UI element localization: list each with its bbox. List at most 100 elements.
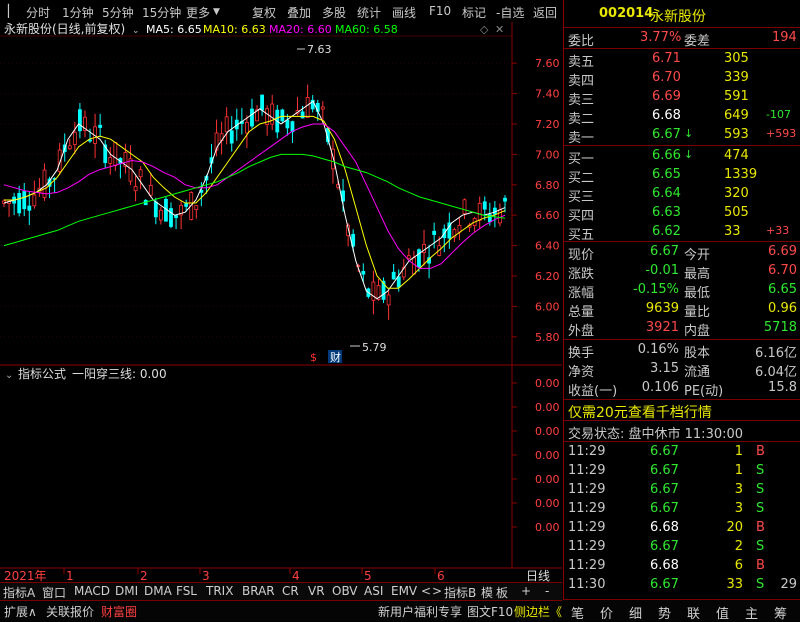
ask-volume: 649 <box>724 108 749 123</box>
kline-chart[interactable]: 7.60 7.40 7.20 7.00 6.80 6.60 6.40 6.20 6.00 5.80… <box>0 22 562 582</box>
tab-chips[interactable]: 筹 <box>774 603 787 622</box>
tab-price[interactable]: 价 <box>600 603 613 622</box>
bid-row[interactable]: 买二 6.65 1339 <box>564 166 800 186</box>
tab-vr[interactable]: VR <box>308 584 325 598</box>
tab-emv[interactable]: EMV <box>391 584 417 598</box>
weibi-label: 委比 <box>568 34 595 49</box>
stat-row: 现价 6.67 今开 6.69 <box>564 243 800 263</box>
candle-body <box>184 203 189 207</box>
candle-body <box>67 145 72 150</box>
tick-time: 11:29 <box>568 558 606 573</box>
bid-row[interactable]: 买五 6.62 33 +33 <box>564 223 800 243</box>
multi-stock-button[interactable]: 多股 <box>322 4 346 21</box>
wealth-circle-tab[interactable]: 财富圈 <box>101 603 137 620</box>
tick-row: 11:30 6.67 33 S 29 <box>564 576 800 595</box>
tab-indicator-a[interactable]: 指标A <box>3 584 35 601</box>
promo-link[interactable]: 仅需20元查看千档行情 <box>568 402 712 422</box>
tab-5min[interactable]: 5分钟 <box>102 4 134 21</box>
chevron-down-icon[interactable]: ⌄ <box>132 26 140 36</box>
stat-value: 5718 <box>763 320 797 335</box>
chevron-down-icon[interactable]: ▼ <box>213 7 220 17</box>
remove-button[interactable]: - <box>545 584 549 598</box>
ask-row[interactable]: 卖三 6.69 591 <box>564 88 800 108</box>
divider <box>564 441 800 442</box>
period-label[interactable]: 日线 <box>526 569 550 582</box>
tick-volume: 6 <box>734 558 743 573</box>
related-quote-tab[interactable]: 关联报价 <box>46 603 94 620</box>
tab-intraday[interactable]: 分时 <box>26 4 50 21</box>
tab-trix[interactable]: TRIX <box>206 584 233 598</box>
close-icon[interactable]: ✕ <box>495 23 504 36</box>
tab-related[interactable]: 联 <box>687 603 700 622</box>
bid-row[interactable]: 买三 6.64 320 <box>564 185 800 205</box>
tab-trend[interactable]: 势 <box>658 603 671 622</box>
candle-body <box>113 142 118 166</box>
price-tick-label: 6.80 <box>535 179 560 192</box>
tab-obv[interactable]: OBV <box>332 584 358 598</box>
tab-dmi[interactable]: DMI <box>115 584 138 598</box>
ask-row[interactable]: 卖四 6.70 339 <box>564 69 800 89</box>
overlay-button[interactable]: 叠加 <box>287 4 311 21</box>
tab-cr[interactable]: CR <box>282 584 299 598</box>
tab-dma[interactable]: DMA <box>144 584 172 598</box>
candle-body <box>22 191 27 210</box>
tab-main[interactable]: 主 <box>745 603 758 622</box>
candle-body <box>391 271 396 280</box>
fundamental-value: 6.04亿 <box>755 365 797 380</box>
mark-button[interactable]: 标记 <box>462 4 486 21</box>
tab-fsl[interactable]: FSL <box>176 584 197 598</box>
tab-macd[interactable]: MACD <box>74 584 110 598</box>
add-button[interactable]: + <box>521 584 531 598</box>
tab-trades[interactable]: 笔 <box>571 603 584 622</box>
statistics-button[interactable]: 统计 <box>357 4 381 21</box>
tab-indicator-b[interactable]: 指标B <box>444 584 476 601</box>
candle-body <box>482 201 487 210</box>
new-user-benefit-link[interactable]: 新用户福利专享 <box>378 603 462 620</box>
expand-button[interactable]: 扩展∧ <box>4 603 37 620</box>
tab-brar[interactable]: BRAR <box>242 584 275 598</box>
tick-volume: 20 <box>726 520 743 535</box>
tab-detail[interactable]: 细 <box>629 603 642 622</box>
tab-template-2[interactable]: 板 <box>496 584 508 601</box>
tab-template-1[interactable]: 模 <box>481 584 493 601</box>
ask-label: 卖一 <box>568 131 595 146</box>
candle-body <box>169 208 173 227</box>
tab-window[interactable]: 窗口 <box>42 584 66 601</box>
ask-row[interactable]: 卖一 6.67 ↓ 593 +593 <box>564 126 800 146</box>
sidebar-toggle[interactable]: 侧边栏《 <box>514 603 562 620</box>
fundamental-value: 0.16% <box>637 342 679 357</box>
back-button[interactable]: 返回 <box>533 4 557 21</box>
remove-watchlist-button[interactable]: -自选 <box>496 4 524 21</box>
tab-next[interactable]: > <box>432 584 442 598</box>
promo-row[interactable]: 仅需20元查看千档行情 <box>564 401 800 422</box>
draw-line-button[interactable]: 画线 <box>392 4 416 21</box>
candle-body <box>290 121 295 133</box>
tab-1min[interactable]: 1分钟 <box>62 4 94 21</box>
ask-label: 卖五 <box>568 55 595 70</box>
indicator-tick-label: 0.00 <box>535 425 560 438</box>
tick-price: 6.67 <box>650 501 679 516</box>
f10-graphic-link[interactable]: 图文F10 <box>467 603 513 620</box>
bid-row[interactable]: 买一 6.66 ↓ 474 <box>564 147 800 167</box>
f10-button[interactable]: F10 <box>429 4 451 18</box>
stat-value: -0.01 <box>645 263 679 278</box>
tick-side: S <box>756 482 765 497</box>
stat-label: 现价 <box>568 248 595 263</box>
dollar-icon[interactable]: $ <box>310 351 317 364</box>
fuquan-button[interactable]: 复权 <box>252 4 276 21</box>
bid-label: 买四 <box>568 209 595 224</box>
indicator-tabs: 指标A 窗口 MACD DMI DMA FSL TRIX BRAR CR VR … <box>0 582 562 600</box>
tick-price: 6.67 <box>650 444 679 459</box>
tab-prev[interactable]: < <box>421 584 431 598</box>
ask-row[interactable]: 卖二 6.68 649 -107 <box>564 107 800 127</box>
tab-value[interactable]: 值 <box>716 603 729 622</box>
chevron-down-icon[interactable]: ⌄ <box>5 370 13 381</box>
bid-row[interactable]: 买四 6.63 505 <box>564 204 800 224</box>
ask-change: -107 <box>766 108 791 121</box>
ask-row[interactable]: 卖五 6.71 305 <box>564 50 800 70</box>
tab-15min[interactable]: 15分钟 <box>142 4 181 21</box>
tab-more[interactable]: 更多 <box>186 4 210 21</box>
month-label: 2 <box>140 569 148 582</box>
tab-asi[interactable]: ASI <box>364 584 383 598</box>
diamond-icon[interactable]: ◇ <box>480 23 489 36</box>
